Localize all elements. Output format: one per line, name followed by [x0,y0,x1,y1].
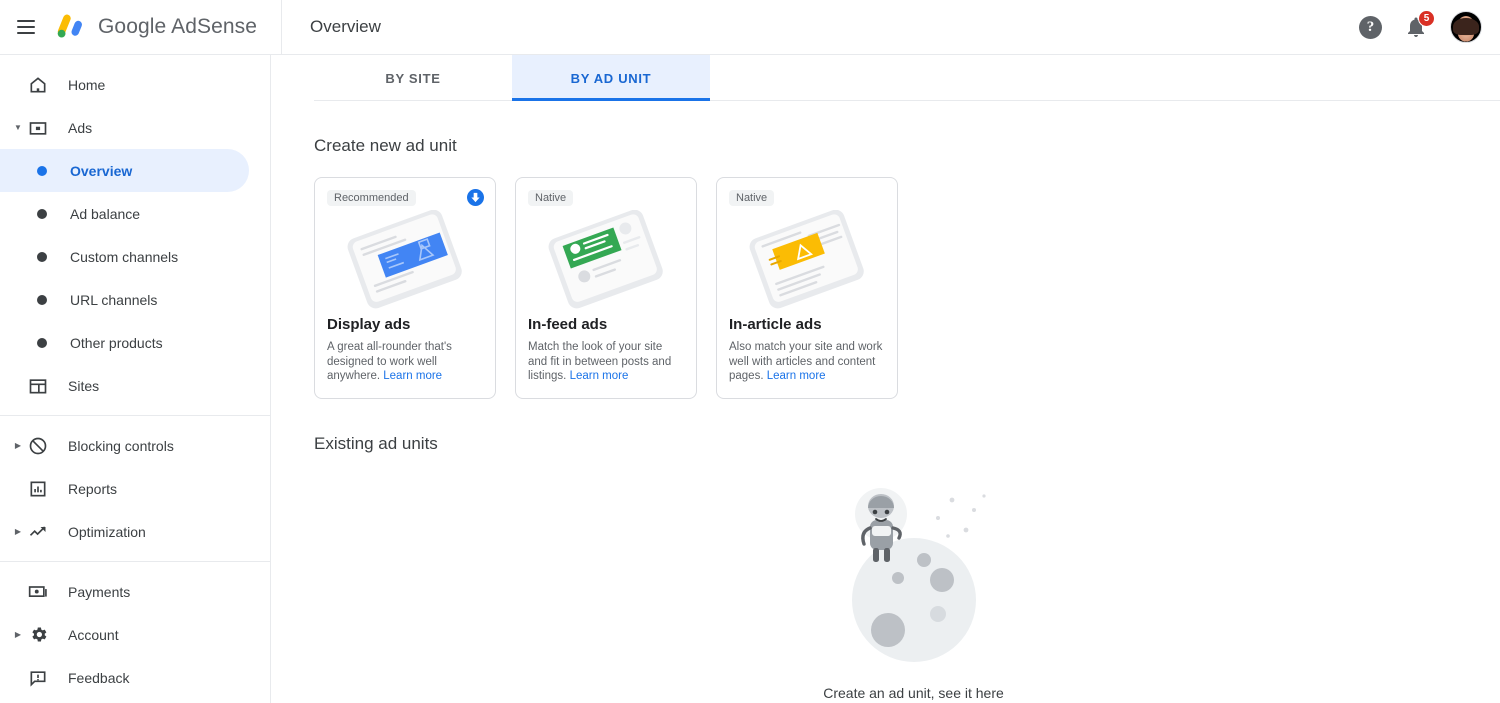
sidebar-item-label: Custom channels [70,249,178,265]
ad-unit-card-in-article-ads[interactable]: Native [716,177,898,399]
feedback-icon [26,666,50,690]
create-new-ad-unit-heading: Create new ad unit [314,136,1500,156]
sidebar-item-optimization[interactable]: ▶ Optimization [0,510,270,553]
sidebar-divider-2 [0,561,270,562]
tab-by-site[interactable]: BY SITE [314,55,512,101]
sidebar-item-label: Optimization [68,524,146,540]
topbar-divider [281,0,282,55]
sidebar-item-label: Blocking controls [68,438,174,454]
sidebar-item-payments[interactable]: Payments [0,570,270,613]
card-title: In-feed ads [528,316,684,333]
tab-by-ad-unit[interactable]: BY AD UNIT [512,55,710,101]
display-ads-phone-illustration [327,208,483,312]
card-title: Display ads [327,316,483,333]
sites-icon [26,374,50,398]
gear-icon [26,623,50,647]
sidebar-item-overview[interactable]: Overview [0,149,249,192]
dot-icon [37,295,47,305]
sidebar-item-ad-balance[interactable]: Ad balance [0,192,270,235]
notification-badge: 5 [1418,10,1435,27]
learn-more-link[interactable]: Learn more [767,370,826,382]
brand-title: Google AdSense [98,15,257,39]
sidebar-item-label: Other products [70,335,163,351]
sidebar-item-label: Ad balance [70,206,140,222]
page-title: Overview [310,17,381,37]
in-feed-ads-phone-illustration [528,208,684,312]
astronaut-on-moon-illustration [826,478,1001,673]
trending-up-icon [26,520,50,544]
top-app-bar: Google AdSense Overview ? 5 [0,0,1500,55]
main-content: BY SITE BY AD UNIT Create new ad unit Re… [271,55,1500,703]
brand-logo-group[interactable]: Google AdSense [54,12,257,42]
existing-ad-units-heading: Existing ad units [314,434,1500,454]
chevron-right-icon[interactable]: ▶ [12,631,24,639]
help-icon[interactable]: ? [1359,16,1382,39]
info-icon[interactable] [467,189,484,206]
notifications-button[interactable]: 5 [1404,15,1428,39]
card-chip: Recommended [327,190,416,206]
sidebar-item-label: Account [68,627,119,643]
sidebar-item-other-products[interactable]: Other products [0,321,270,364]
topbar-actions: ? 5 [1359,11,1482,43]
sidebar-item-ads[interactable]: ▼ Ads [0,106,270,149]
sidebar-item-url-channels[interactable]: URL channels [0,278,270,321]
sidebar-item-label: Reports [68,481,117,497]
sidebar-item-account[interactable]: ▶ Account [0,613,270,656]
learn-more-link[interactable]: Learn more [570,370,629,382]
card-description: Also match your site and work well with … [729,340,885,384]
card-title: In-article ads [729,316,885,333]
sidebar-item-label: Ads [68,120,92,136]
empty-state-caption: Create an ad unit, see it here [823,685,1004,701]
sidebar-item-feedback[interactable]: Feedback [0,656,270,699]
chevron-down-icon[interactable]: ▼ [12,124,24,132]
ad-unit-card-in-feed-ads[interactable]: Native [515,177,697,399]
ad-unit-card-list: Recommended [314,177,1500,399]
dot-icon [37,252,47,262]
sidebar-item-home[interactable]: Home [0,63,270,106]
sidebar-item-blocking-controls[interactable]: ▶ Blocking controls [0,424,270,467]
card-chip: Native [528,190,573,206]
dot-icon [37,338,47,348]
ads-icon [26,116,50,140]
learn-more-link[interactable]: Learn more [383,370,442,382]
sidebar-item-label: Feedback [68,670,129,686]
in-article-ads-phone-illustration [729,208,885,312]
sidebar-item-label: Home [68,77,105,93]
card-description: A great all-rounder that's designed to w… [327,340,483,384]
ad-unit-card-display-ads[interactable]: Recommended [314,177,496,399]
hamburger-menu-icon[interactable] [14,15,38,39]
sidebar-item-reports[interactable]: Reports [0,467,270,510]
chevron-right-icon[interactable]: ▶ [12,442,24,450]
empty-state: Create an ad unit, see it here [314,478,1500,701]
dot-icon [37,209,47,219]
sidebar-item-label: URL channels [70,292,157,308]
sidebar-divider-1 [0,415,270,416]
reports-icon [26,477,50,501]
payments-icon [26,580,50,604]
sidebar-item-sites[interactable]: Sites [0,364,270,407]
dot-icon [37,166,47,176]
sidebar-item-label: Overview [70,163,132,179]
sidebar-item-label: Sites [68,378,99,394]
block-icon [26,434,50,458]
card-chip: Native [729,190,774,206]
adsense-logo-icon [54,12,88,42]
sidebar: Home ▼ Ads Overview Ad balance Custom ch… [0,55,271,703]
chevron-right-icon[interactable]: ▶ [12,528,24,536]
sidebar-item-custom-channels[interactable]: Custom channels [0,235,270,278]
home-icon [26,73,50,97]
avatar[interactable] [1450,11,1482,43]
card-description: Match the look of your site and fit in b… [528,340,684,384]
tab-bar: BY SITE BY AD UNIT [314,55,1500,101]
sidebar-item-label: Payments [68,584,130,600]
